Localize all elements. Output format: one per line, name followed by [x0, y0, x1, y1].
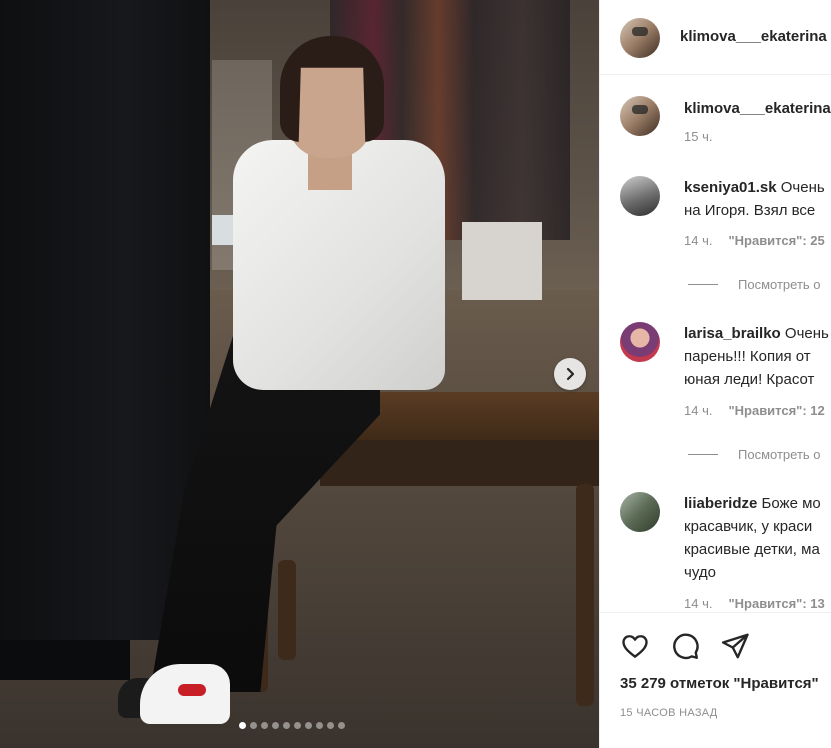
divider	[688, 454, 718, 455]
photo-sneaker	[140, 664, 230, 724]
photo-table-front	[320, 440, 599, 486]
photo-box	[462, 222, 542, 300]
carousel-dot	[250, 722, 257, 729]
divider	[688, 284, 718, 285]
carousel-dot	[283, 722, 290, 729]
comment-meta: 14 ч. "Нравится": 12	[684, 403, 825, 418]
comment-text: kseniya01.sk Очень на Игоря. Взял все	[684, 176, 831, 222]
comment-likes[interactable]: "Нравится": 13	[728, 596, 824, 611]
post-side-panel: klimova___ekaterina klimova___ekaterina …	[599, 0, 831, 748]
caption-time[interactable]: 15 ч.	[684, 129, 712, 144]
comment-time[interactable]: 14 ч.	[684, 596, 712, 611]
comment-line: на Игоря. Взял все	[684, 202, 816, 219]
photo-table-leg	[576, 484, 594, 706]
carousel-next-button[interactable]	[554, 358, 586, 390]
post-photo[interactable]	[0, 0, 599, 748]
carousel-dot	[338, 722, 345, 729]
comment-line: юная леди! Красот	[684, 371, 815, 388]
post-author-username[interactable]: klimova___ekaterina	[680, 28, 827, 45]
comment-line: Боже мо	[761, 495, 821, 512]
chevron-right-icon	[566, 367, 575, 381]
carousel-indicator	[239, 722, 345, 729]
post-actions: 35 279 отметок "Нравится" 15 ЧАСОВ НАЗАД	[600, 612, 831, 748]
comment-likes[interactable]: "Нравится": 12	[728, 403, 824, 418]
view-replies-button[interactable]: Посмотреть о	[688, 277, 821, 292]
avatar[interactable]	[620, 18, 660, 58]
carousel-dot	[239, 722, 246, 729]
avatar[interactable]	[620, 176, 660, 216]
comment-line: чудо	[684, 564, 716, 581]
avatar[interactable]	[620, 322, 660, 362]
comment-meta: 14 ч. "Нравится": 25	[684, 233, 825, 248]
comment-line: парень!!! Копия от	[684, 348, 811, 365]
view-replies-label: Посмотреть о	[738, 447, 821, 462]
carousel-dot	[327, 722, 334, 729]
carousel-dot	[272, 722, 279, 729]
photo-table-leg	[278, 560, 296, 660]
comment-time[interactable]: 14 ч.	[684, 233, 712, 248]
carousel-dot	[316, 722, 323, 729]
likes-count[interactable]: 35 279 отметок "Нравится"	[620, 675, 819, 692]
comment-time[interactable]: 14 ч.	[684, 403, 712, 418]
carousel-dot	[294, 722, 301, 729]
carousel-dot	[261, 722, 268, 729]
view-replies-label: Посмотреть о	[738, 277, 821, 292]
caption-username[interactable]: klimova___ekaterina	[684, 100, 831, 117]
comment-username[interactable]: kseniya01.sk	[684, 179, 777, 196]
heart-icon	[622, 635, 648, 658]
comment-line: красивые детки, ма	[684, 541, 820, 558]
view-replies-button[interactable]: Посмотреть о	[688, 447, 821, 462]
avatar[interactable]	[620, 492, 660, 532]
comment-username[interactable]: larisa_brailko	[684, 325, 781, 342]
comment-line: Очень	[780, 179, 825, 196]
comment-text: larisa_brailko Очень парень!!! Копия от …	[684, 322, 831, 391]
avatar[interactable]	[620, 96, 660, 136]
carousel-dot	[305, 722, 312, 729]
comment-line: красавчик, у краси	[684, 518, 813, 535]
comment-text: liiaberidze Боже мо красавчик, у краси к…	[684, 492, 831, 584]
comment-meta: 14 ч. "Нравится": 13	[684, 596, 825, 611]
paper-plane-icon	[721, 633, 749, 659]
post-timestamp[interactable]: 15 ЧАСОВ НАЗАД	[620, 707, 718, 719]
comment-username[interactable]: liiaberidze	[684, 495, 757, 512]
post-header: klimova___ekaterina	[600, 0, 831, 75]
like-button[interactable]	[620, 631, 650, 661]
comment-bubble-icon	[673, 633, 699, 660]
comment-line: Очень	[784, 325, 829, 342]
comment-button[interactable]	[670, 631, 700, 661]
comment-likes[interactable]: "Нравится": 25	[728, 233, 824, 248]
share-button[interactable]	[720, 631, 750, 661]
photo-curtain-base	[0, 640, 130, 680]
